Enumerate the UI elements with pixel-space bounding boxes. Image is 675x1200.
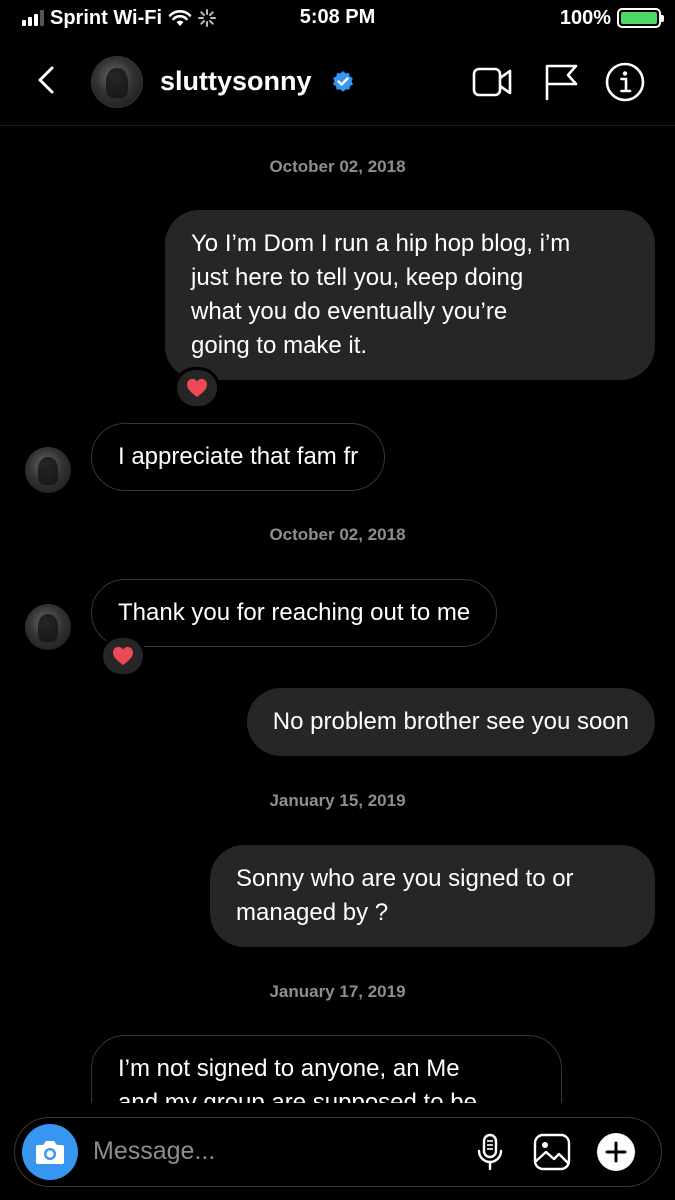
camera-button[interactable] xyxy=(22,1124,78,1180)
message-input[interactable]: Message... xyxy=(93,1137,215,1166)
camera-icon xyxy=(36,1141,64,1164)
incoming-message[interactable]: Thank you for reaching out to me xyxy=(91,579,498,647)
conversation-header: sluttysonny xyxy=(0,36,675,126)
message-line: I appreciate that fam fr xyxy=(118,443,359,470)
date-separator: October 02, 2018 xyxy=(269,525,406,544)
message-line: managed by ? xyxy=(236,899,389,926)
outgoing-message[interactable]: Sonny who are you signed to or managed b… xyxy=(210,845,655,947)
plus-icon xyxy=(605,1141,627,1163)
incoming-message[interactable]: I appreciate that fam fr xyxy=(91,423,386,491)
message-thread[interactable]: October 02, 2018 Yo I’m Dom I run a hip … xyxy=(0,127,675,1103)
battery-percent: 100% xyxy=(559,6,611,29)
date-separator: January 15, 2019 xyxy=(269,791,406,810)
avatar[interactable] xyxy=(25,447,71,493)
message-line: just here to tell you, keep doing xyxy=(191,264,524,291)
heart-reaction-icon[interactable] xyxy=(100,635,146,677)
message-line: Sonny who are you signed to or xyxy=(236,865,574,892)
outgoing-message[interactable]: No problem brother see you soon xyxy=(246,688,655,756)
video-call-icon[interactable] xyxy=(470,60,514,104)
microphone-icon[interactable] xyxy=(470,1132,510,1172)
avatar[interactable] xyxy=(91,56,143,108)
message-composer[interactable]: Message... xyxy=(14,1117,662,1187)
outgoing-message[interactable]: Yo I’m Dom I run a hip hop blog, i’m jus… xyxy=(165,210,655,380)
username[interactable]: sluttysonny xyxy=(160,66,312,97)
plus-button[interactable] xyxy=(597,1133,635,1171)
message-line: going to make it. xyxy=(191,332,368,359)
message-line: I’m not signed to anyone, an Me xyxy=(118,1055,460,1082)
date-separator: January 17, 2019 xyxy=(269,982,406,1001)
heart-reaction-icon[interactable] xyxy=(174,367,220,409)
message-line: Yo I’m Dom I run a hip hop blog, i’m xyxy=(191,230,571,257)
message-line: Thank you for reaching out to me xyxy=(118,599,471,626)
flag-icon[interactable] xyxy=(540,60,584,104)
battery-charging-icon xyxy=(617,8,664,28)
incoming-message[interactable]: I’m not signed to anyone, an Me and my g… xyxy=(91,1035,562,1103)
message-line: what you do eventually you’re xyxy=(191,298,508,325)
message-line: No problem brother see you soon xyxy=(272,708,629,735)
status-right: 100% xyxy=(559,6,664,30)
back-chevron-icon[interactable] xyxy=(30,58,66,102)
verified-badge-icon xyxy=(333,71,353,92)
gallery-icon[interactable] xyxy=(532,1132,572,1172)
message-line: and my group are supposed to be xyxy=(118,1089,477,1103)
date-separator: October 02, 2018 xyxy=(269,157,406,176)
status-bar: Sprint Wi-Fi 5:08 PM 100% xyxy=(0,0,675,36)
info-icon[interactable] xyxy=(603,60,647,104)
avatar[interactable] xyxy=(25,604,71,650)
